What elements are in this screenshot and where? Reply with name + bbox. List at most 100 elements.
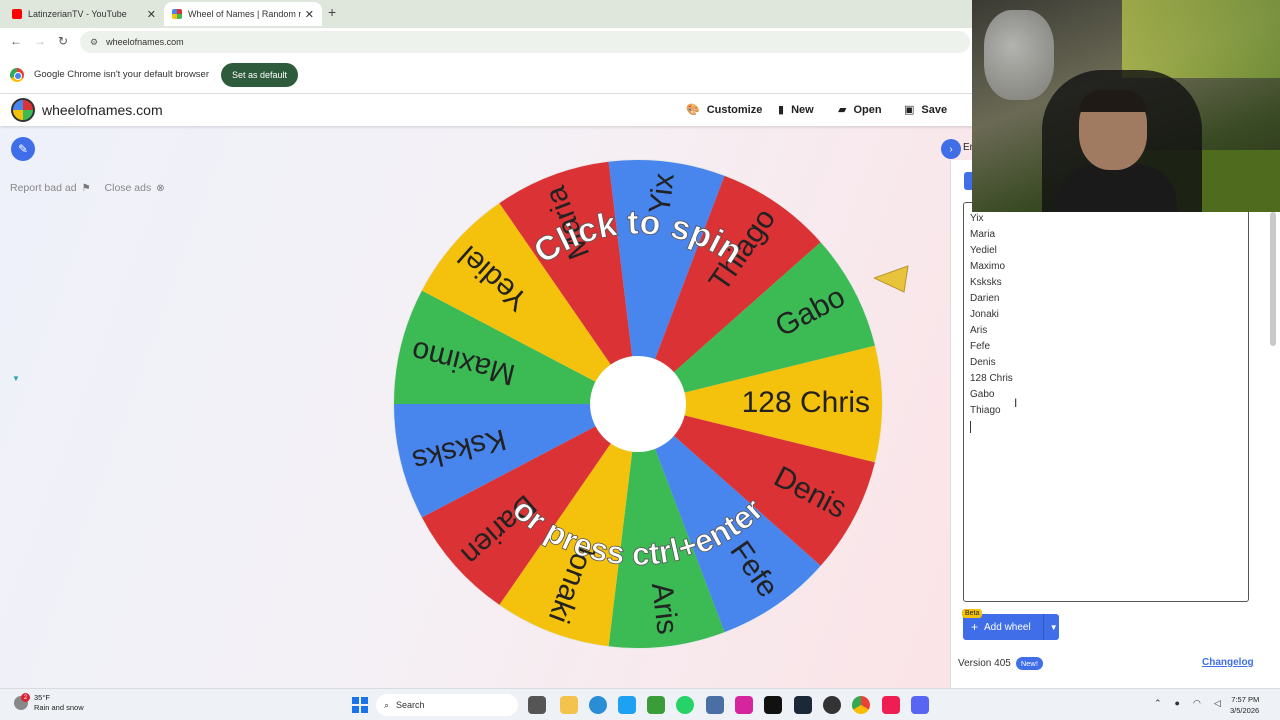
chrome-taskbar-icon[interactable] bbox=[852, 696, 870, 714]
wheel-pointer-icon bbox=[874, 265, 909, 293]
url-input[interactable]: ⚙ wheelofnames.com bbox=[80, 31, 970, 53]
entry-line: Thiago bbox=[970, 405, 1001, 416]
instagram-icon[interactable] bbox=[735, 696, 753, 714]
obs-icon[interactable] bbox=[823, 696, 841, 714]
system-tray: ⌃ ● ◠ ◁ bbox=[1154, 698, 1221, 709]
wheel-center[interactable] bbox=[590, 356, 686, 452]
tiktok-icon[interactable] bbox=[764, 696, 782, 714]
edge-icon[interactable] bbox=[589, 696, 607, 714]
ad-marker-icon: ▼ bbox=[12, 374, 20, 383]
wheel-segment-label: 128 Chris bbox=[742, 386, 870, 419]
new-button[interactable]: ▮ New bbox=[778, 103, 814, 117]
webcam-person-body bbox=[1057, 164, 1177, 212]
wifi-icon[interactable]: ◠ bbox=[1193, 698, 1201, 709]
chevron-up-icon[interactable]: ⌃ bbox=[1154, 698, 1162, 709]
webcam-helmet bbox=[984, 10, 1054, 100]
scrollbar[interactable] bbox=[1270, 212, 1276, 346]
new-tab-button[interactable]: + bbox=[328, 4, 336, 20]
tab-youtube[interactable]: LatinzerianTV - YouTube ✕ bbox=[4, 2, 164, 26]
save-button[interactable]: ▣ Save bbox=[904, 103, 947, 117]
search-icon: ⌕ bbox=[384, 699, 390, 710]
entry-line: Denis bbox=[970, 357, 996, 368]
whatsapp-icon[interactable] bbox=[676, 696, 694, 714]
save-icon: ▣ bbox=[904, 104, 915, 116]
ad-links: Report bad ad ⚑ Close ads ⊗ bbox=[10, 182, 165, 194]
report-bad-ad-link[interactable]: Report bad ad ⚑ bbox=[10, 182, 91, 194]
back-icon[interactable]: ← bbox=[10, 34, 22, 48]
wheel-logo-icon[interactable] bbox=[11, 98, 35, 122]
taskbar-search-label: Search bbox=[396, 700, 425, 710]
twitter-icon[interactable] bbox=[618, 696, 636, 714]
clock-date: 3/5/2026 bbox=[1230, 706, 1260, 715]
file-explorer-icon[interactable] bbox=[560, 696, 578, 714]
steam-icon[interactable] bbox=[794, 696, 812, 714]
microphone-icon[interactable]: ● bbox=[1175, 698, 1180, 709]
close-circle-icon: ⊗ bbox=[156, 182, 165, 194]
version-label: Version 405 bbox=[958, 658, 1011, 669]
entries-textarea[interactable]: Yix Maria Yediel Maximo Ksksks Darien Jonaki Ar… bbox=[963, 202, 1249, 602]
store-icon[interactable] bbox=[706, 696, 724, 714]
customize-label: Customize bbox=[706, 103, 763, 116]
taskbar-search[interactable]: ⌕ Search bbox=[376, 694, 518, 716]
plus-icon: + bbox=[971, 620, 979, 634]
open-button[interactable]: ▰ Open bbox=[838, 103, 882, 117]
open-label: Open bbox=[853, 103, 882, 116]
close-icon[interactable]: ✕ bbox=[147, 8, 156, 21]
chevron-down-icon[interactable]: ▼ bbox=[1050, 623, 1058, 632]
task-view-icon[interactable] bbox=[528, 696, 546, 714]
wheel-favicon-icon bbox=[172, 9, 182, 19]
weather-widget[interactable]: 2 35°F Rain and snow bbox=[14, 693, 84, 713]
entry-line: Maximo bbox=[970, 261, 1006, 272]
forward-icon[interactable]: → bbox=[34, 34, 46, 48]
entry-line: Darien bbox=[970, 293, 1000, 304]
app-name[interactable]: wheelofnames.com bbox=[42, 102, 163, 118]
discord-icon[interactable] bbox=[911, 696, 929, 714]
weather-badge: 2 bbox=[21, 693, 30, 702]
new-badge: New! bbox=[1015, 657, 1043, 670]
add-wheel-label: Add wheel bbox=[984, 621, 1031, 633]
tab-title: LatinzerianTV - YouTube bbox=[28, 9, 127, 19]
beta-badge: Beta bbox=[962, 609, 983, 618]
version-info: Version 405 New! bbox=[958, 657, 1043, 670]
folder-icon: ▰ bbox=[838, 104, 847, 116]
file-icon: ▮ bbox=[778, 104, 785, 116]
customize-button[interactable]: 🎨 Customize bbox=[686, 103, 763, 117]
site-info-icon[interactable]: ⚙ bbox=[90, 37, 98, 48]
tab-title: Wheel of Names | Random nam bbox=[188, 9, 301, 19]
close-ads-link[interactable]: Close ads ⊗ bbox=[105, 182, 165, 194]
collapse-panel-icon[interactable]: › bbox=[941, 139, 961, 159]
wheel-segment-label: Aris bbox=[645, 581, 684, 636]
url-text: wheelofnames.com bbox=[106, 37, 184, 47]
webcam-graffiti bbox=[1122, 0, 1280, 78]
tiktok-studio-icon[interactable] bbox=[882, 696, 900, 714]
changelog-link[interactable]: Changelog bbox=[1202, 657, 1254, 668]
volume-icon[interactable]: ◁ bbox=[1214, 698, 1221, 709]
tab-wheel-of-names[interactable]: Wheel of Names | Random nam ✕ bbox=[164, 2, 322, 26]
entry-line: Yix bbox=[970, 213, 984, 224]
flag-icon: ⚑ bbox=[81, 182, 91, 194]
xbox-icon[interactable] bbox=[647, 696, 665, 714]
clock[interactable]: 7:57 PM 3/5/2026 bbox=[1230, 694, 1259, 716]
webcam-person bbox=[1057, 72, 1177, 212]
text-caret bbox=[970, 421, 971, 433]
close-icon[interactable]: ✕ bbox=[305, 8, 314, 21]
webcam-person-hair bbox=[1079, 90, 1147, 112]
entry-line: Ksksks bbox=[970, 277, 1002, 288]
windows-start-icon[interactable] bbox=[352, 697, 368, 713]
youtube-icon bbox=[12, 9, 22, 19]
text-cursor-icon: I bbox=[1014, 396, 1018, 410]
entry-line: Gabo bbox=[970, 389, 995, 400]
reload-icon[interactable]: ↻ bbox=[58, 34, 68, 48]
wheel[interactable]: 128 Chris Denis Fefe Aris Jonaki Darien Ksksks… bbox=[392, 158, 884, 650]
entry-line: Yediel bbox=[970, 245, 997, 256]
report-bad-ad-label: Report bad ad bbox=[10, 182, 77, 194]
weather-text: 35°F Rain and snow bbox=[34, 693, 84, 713]
entry-line: Aris bbox=[970, 325, 988, 336]
wheel-svg[interactable]: 128 ChrisDenisFefeArisJonakiDarienKsksks… bbox=[392, 158, 884, 650]
entry-line: Jonaki bbox=[970, 309, 999, 320]
main-area: ✎ Report bad ad ⚑ Close ads ⊗ ▼ 128 Chri… bbox=[0, 126, 972, 688]
edit-pencil-button[interactable]: ✎ bbox=[11, 137, 35, 161]
entry-line: 128 Chris bbox=[970, 373, 1013, 384]
chrome-icon bbox=[10, 67, 24, 82]
set-as-default-button[interactable]: Set as default bbox=[221, 62, 299, 87]
